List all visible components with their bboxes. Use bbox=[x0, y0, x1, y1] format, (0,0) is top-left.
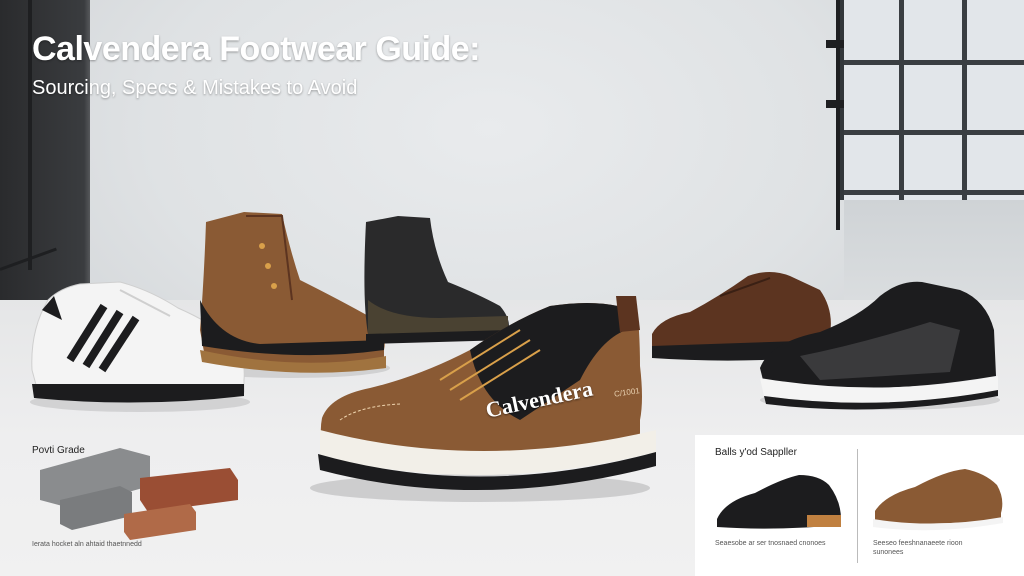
supplier-comparison-panel: Balls y'od Sappller Seaesobe ar ser tnos… bbox=[695, 435, 1024, 576]
left-supplier-caption: Seaesobe ar ser tnosnaed cnonoes bbox=[715, 540, 826, 547]
tan-work-boot bbox=[200, 212, 386, 373]
comparison-divider bbox=[857, 449, 858, 563]
material-grade-heading: Povti Grade bbox=[32, 445, 85, 456]
material-samples bbox=[40, 448, 238, 540]
right-supplier-caption: Seeseo feeshnanaeete rioon sunonees bbox=[873, 540, 963, 556]
material-grade-caption: Ierata hocket aln ahtaid thaetnnedd bbox=[32, 541, 142, 548]
black-boot bbox=[364, 216, 510, 344]
black-loafer-sample bbox=[717, 475, 841, 529]
brown-sneaker-sample bbox=[873, 469, 1003, 531]
